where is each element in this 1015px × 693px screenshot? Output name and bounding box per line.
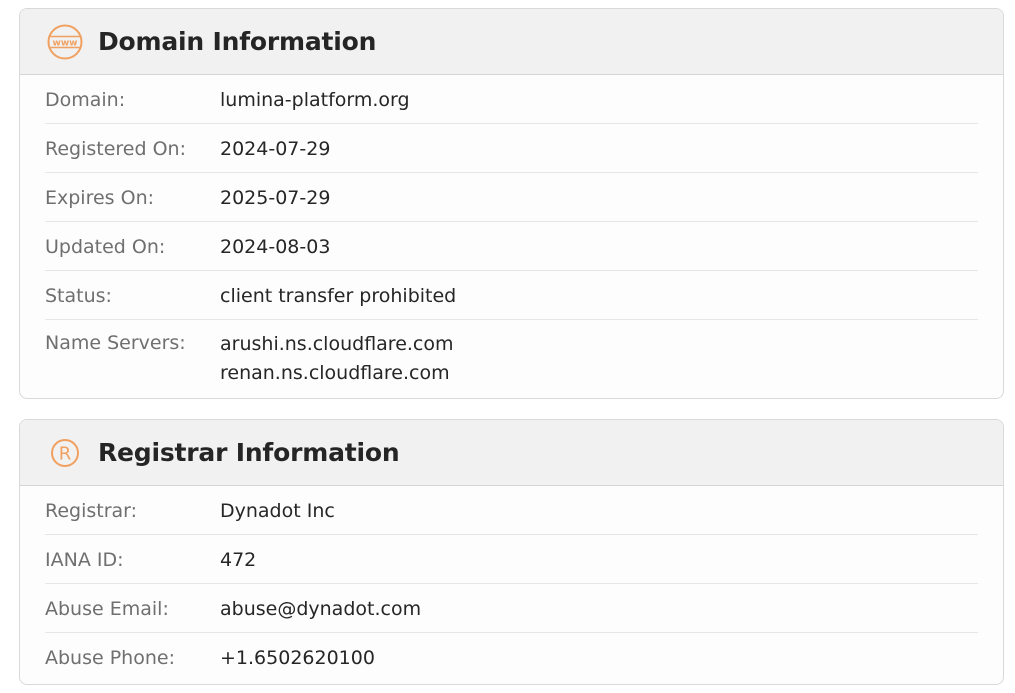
domain-value: lumina-platform.org	[220, 89, 410, 111]
abuse-email-row: Abuse Email: abuse@dynadot.com	[45, 584, 978, 633]
registrar-value: Dynadot Inc	[220, 500, 335, 522]
name-server-item: arushi.ns.cloudflare.com	[220, 333, 454, 355]
name-servers-value: arushi.ns.cloudflare.com renan.ns.cloudf…	[220, 330, 454, 388]
abuse-phone-label: Abuse Phone:	[45, 647, 175, 669]
abuse-phone-row: Abuse Phone: +1.6502620100	[45, 633, 978, 682]
registrar-label: Registrar:	[45, 500, 138, 522]
abuse-email-label: Abuse Email:	[45, 598, 169, 620]
www-globe-icon: www	[46, 23, 84, 61]
abuse-email-value: abuse@dynadot.com	[220, 598, 422, 620]
status-label: Status:	[45, 285, 112, 307]
registrar-information-title: Registrar Information	[98, 438, 400, 467]
domain-information-header: www Domain Information	[20, 9, 1003, 75]
svg-text:R: R	[59, 443, 72, 464]
registrar-information-header: R Registrar Information	[20, 420, 1003, 486]
name-servers-label: Name Servers:	[45, 332, 186, 354]
updated-on-value: 2024-08-03	[220, 236, 331, 258]
registrar-information-rows: Registrar: Dynadot Inc IANA ID: 472 Abus…	[20, 486, 1003, 682]
domain-information-card: www Domain Information Domain: lumina-pl…	[19, 8, 1004, 399]
status-row: Status: client transfer prohibited	[45, 271, 978, 320]
registered-on-value: 2024-07-29	[220, 138, 331, 160]
expires-on-label: Expires On:	[45, 187, 155, 209]
iana-id-value: 472	[220, 549, 257, 571]
registered-on-row: Registered On: 2024-07-29	[45, 124, 978, 173]
status-value: client transfer prohibited	[220, 285, 457, 307]
iana-id-row: IANA ID: 472	[45, 535, 978, 584]
domain-information-rows: Domain: lumina-platform.org Registered O…	[20, 75, 1003, 388]
registrar-information-card: R Registrar Information Registrar: Dynad…	[19, 419, 1004, 685]
registered-on-label: Registered On:	[45, 138, 186, 160]
abuse-phone-value: +1.6502620100	[220, 647, 375, 669]
name-servers-row: Name Servers: arushi.ns.cloudflare.com r…	[45, 320, 978, 388]
name-server-item: renan.ns.cloudflare.com	[220, 362, 450, 384]
domain-row: Domain: lumina-platform.org	[45, 75, 978, 124]
registrar-row: Registrar: Dynadot Inc	[45, 486, 978, 535]
domain-label: Domain:	[45, 89, 126, 111]
expires-on-row: Expires On: 2025-07-29	[45, 173, 978, 222]
svg-text:www: www	[53, 38, 78, 48]
registered-icon: R	[46, 434, 84, 472]
updated-on-row: Updated On: 2024-08-03	[45, 222, 978, 271]
updated-on-label: Updated On:	[45, 236, 166, 258]
iana-id-label: IANA ID:	[45, 549, 124, 571]
expires-on-value: 2025-07-29	[220, 187, 331, 209]
domain-information-title: Domain Information	[98, 27, 377, 56]
